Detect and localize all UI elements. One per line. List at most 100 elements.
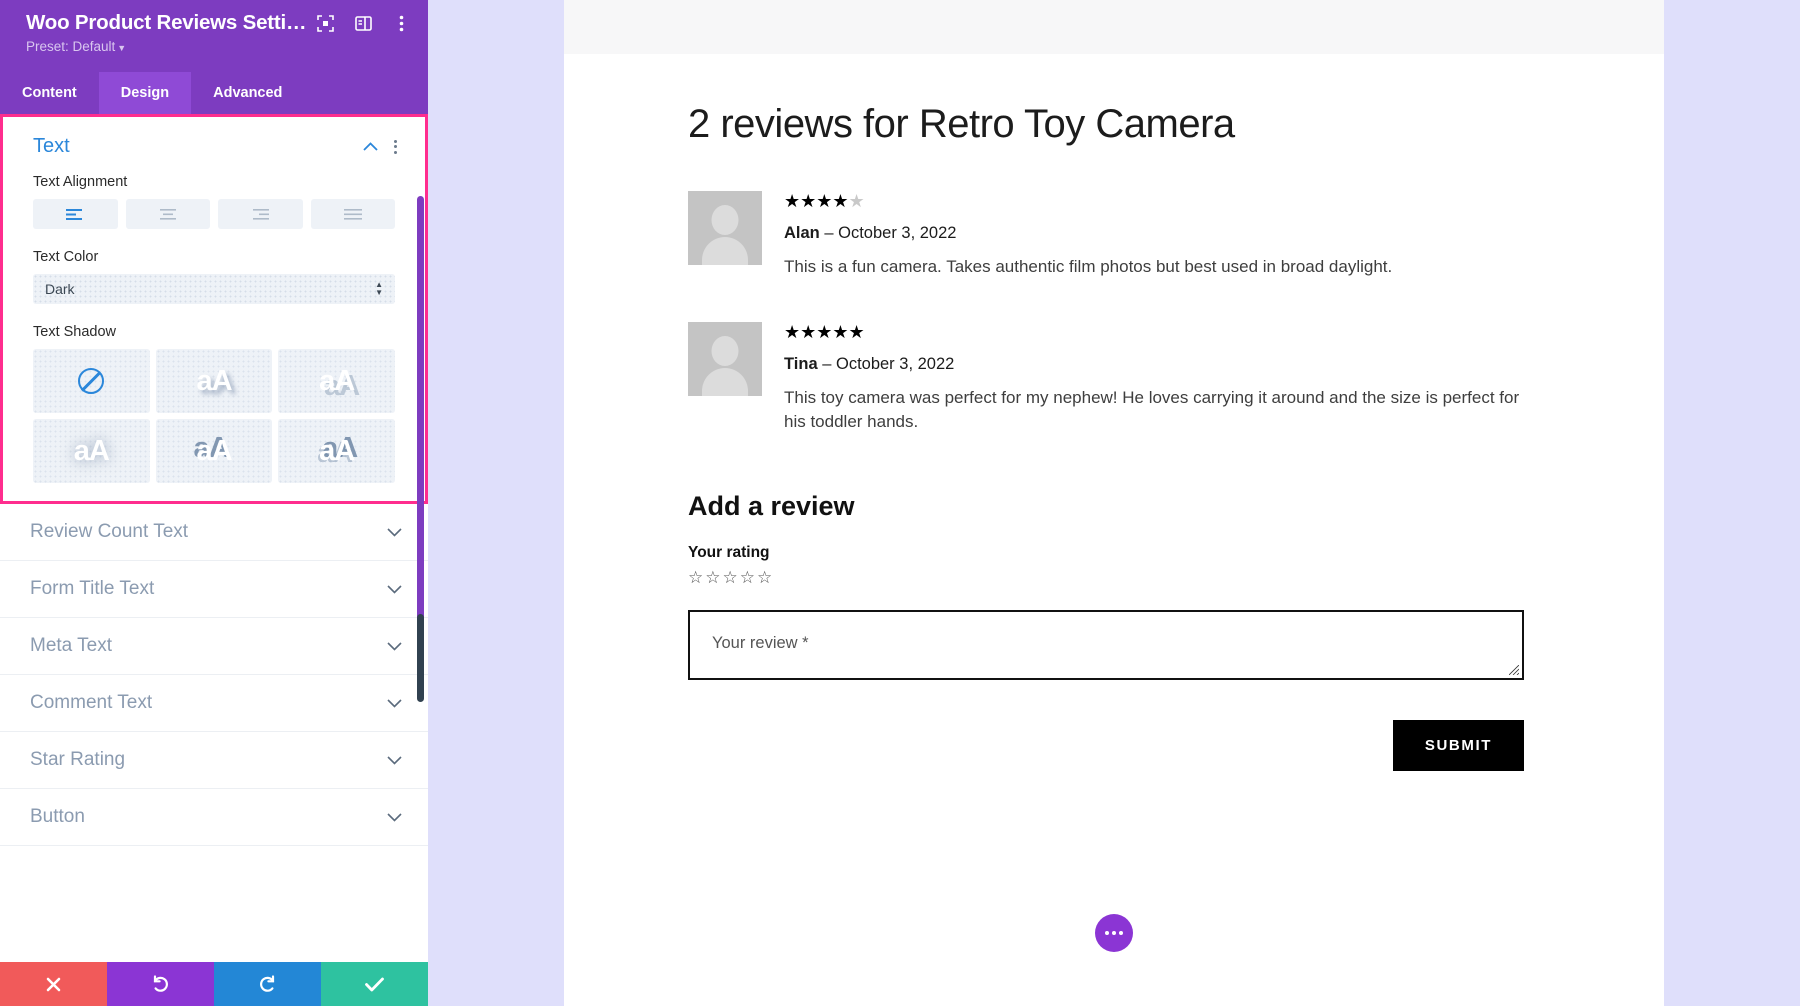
section-button[interactable]: Button <box>0 789 428 846</box>
chevron-up-icon[interactable] <box>363 142 378 151</box>
text-shadow-options: aA aA aA aA aA <box>33 349 395 483</box>
field-text-alignment: Text Alignment <box>3 174 425 229</box>
more-vertical-icon[interactable] <box>392 14 410 32</box>
text-shadow-none-button[interactable] <box>33 349 150 413</box>
section-review-count-text[interactable]: Review Count Text <box>0 504 428 561</box>
section-form-title-text[interactable]: Form Title Text <box>0 561 428 618</box>
review-separator: – <box>819 224 839 242</box>
chevron-down-icon <box>387 695 402 711</box>
resize-grip-icon[interactable] <box>1509 664 1519 675</box>
browser-topbar <box>564 0 1664 54</box>
align-justify-button[interactable] <box>310 199 395 229</box>
text-shadow-option-6[interactable]: aA <box>278 419 395 483</box>
redo-button[interactable] <box>214 962 321 1006</box>
review-item: ★★★★★ Tina – October 3, 2022 This toy ca… <box>688 321 1600 435</box>
star-rating: ★★★★★ <box>784 321 865 342</box>
review-textarea[interactable]: Your review * <box>688 609 1524 680</box>
review-item: ★★★★★ Alan – October 3, 2022 This is a f… <box>688 191 1600 280</box>
submit-button[interactable]: SUBMIT <box>1392 719 1524 771</box>
review-separator: – <box>817 354 836 373</box>
product-reviews-page: 2 reviews for Retro Toy Camera ★★★★★ Ala… <box>564 54 1664 976</box>
align-left-button[interactable] <box>33 199 118 229</box>
preset-label: Preset: Default <box>26 39 116 54</box>
form-title: Add a review <box>688 490 855 521</box>
section-label: Form Title Text <box>30 578 155 599</box>
rating-label: Your rating <box>688 543 770 561</box>
no-shadow-icon <box>78 368 105 394</box>
more-vertical-icon[interactable] <box>392 138 399 156</box>
collapsed-sections: Review Count Text Form Title Text Meta T… <box>0 504 428 846</box>
shadow-preview-label: aA <box>196 434 232 467</box>
review-date: October 3, 2022 <box>838 224 957 242</box>
text-color-select[interactable]: Dark ▲ ▼ <box>33 274 395 304</box>
review-date: October 3, 2022 <box>835 354 955 373</box>
text-section-highlight: Text Text Alignment Text Color Dark ▲ ▼ … <box>0 114 428 504</box>
panel-body: Text Text Alignment Text Color Dark ▲ ▼ … <box>0 114 428 962</box>
tab-advanced[interactable]: Advanced <box>191 72 304 114</box>
avatar <box>688 191 762 265</box>
page-bg-right <box>1664 0 1800 1006</box>
panel-title: Woo Product Reviews Setti… <box>26 11 307 34</box>
discard-button[interactable] <box>0 962 107 1006</box>
star-rating: ★★★★★ <box>784 191 865 211</box>
chevron-down-icon <box>387 638 402 654</box>
review-body: ★★★★★ Alan – October 3, 2022 This is a f… <box>762 191 1600 280</box>
chevron-down-icon: ▼ <box>117 43 127 53</box>
layout-icon[interactable] <box>354 14 372 32</box>
preset-selector[interactable]: Preset: Default ▼ <box>26 39 410 54</box>
shadow-preview-label: aA <box>73 434 110 467</box>
section-label: Button <box>30 806 85 827</box>
module-settings-panel: Woo Product Reviews Setti… Preset: Defau… <box>0 0 428 1006</box>
section-label: Star Rating <box>30 749 126 770</box>
shadow-preview-label: aA <box>196 364 232 397</box>
section-text: Text Text Alignment Text Color Dark ▲ ▼ … <box>3 117 425 501</box>
text-color-label: Text Color <box>33 249 99 265</box>
more-options-fab[interactable] <box>1095 914 1133 952</box>
review-text: This toy camera was perfect for my nephe… <box>784 387 1520 432</box>
section-label: Comment Text <box>30 692 153 713</box>
review-text: This is a fun camera. Takes authentic fi… <box>784 257 1393 276</box>
select-arrows-icon: ▲ ▼ <box>375 280 383 297</box>
focus-icon[interactable] <box>316 14 334 32</box>
text-color-value: Dark <box>45 281 75 297</box>
preview-stage: 2 reviews for Retro Toy Camera ★★★★★ Ala… <box>428 0 1800 1006</box>
align-right-button[interactable] <box>218 199 303 229</box>
field-text-color: Text Color Dark ▲ ▼ <box>3 249 425 304</box>
section-title-text[interactable]: Text <box>33 135 70 158</box>
shadow-preview-label: aA <box>319 364 355 397</box>
page-title: 2 reviews for Retro Toy Camera <box>688 102 1235 146</box>
page-bottom-strip <box>564 976 1664 1006</box>
avatar <box>688 321 762 396</box>
tab-content[interactable]: Content <box>0 72 99 114</box>
chevron-down-icon <box>387 524 402 540</box>
field-text-shadow: Text Shadow aA aA aA aA aA <box>3 324 425 483</box>
align-center-button[interactable] <box>125 199 210 229</box>
undo-button[interactable] <box>107 962 214 1006</box>
text-shadow-option-4[interactable]: aA <box>33 419 150 483</box>
section-label: Meta Text <box>30 635 113 656</box>
text-shadow-label: Text Shadow <box>33 324 117 340</box>
panel-tabs: Content Design Advanced <box>0 72 428 114</box>
ellipsis-icon <box>1105 931 1123 935</box>
section-star-rating[interactable]: Star Rating <box>0 732 428 789</box>
tab-design[interactable]: Design <box>98 72 192 114</box>
review-textarea-placeholder: Your review * <box>712 633 809 652</box>
save-button[interactable] <box>321 962 428 1006</box>
shadow-preview-label: aA <box>319 434 355 467</box>
section-label: Review Count Text <box>30 521 189 542</box>
panel-footer <box>0 962 428 1006</box>
rating-input[interactable]: ☆☆☆☆☆ <box>688 568 1600 588</box>
chevron-down-icon <box>387 581 402 597</box>
review-body: ★★★★★ Tina – October 3, 2022 This toy ca… <box>762 322 1600 435</box>
text-shadow-option-2[interactable]: aA <box>155 349 273 413</box>
text-shadow-option-3[interactable]: aA <box>278 349 395 413</box>
section-comment-text[interactable]: Comment Text <box>0 675 428 732</box>
text-shadow-option-5[interactable]: aA <box>155 419 273 483</box>
chevron-down-icon <box>387 752 402 768</box>
section-meta-text[interactable]: Meta Text <box>0 618 428 675</box>
review-author: Tina <box>784 354 818 373</box>
reviews-content: 2 reviews for Retro Toy Camera ★★★★★ Ala… <box>564 54 1664 771</box>
panel-header-icons <box>316 10 410 32</box>
review-author: Alan <box>784 224 820 242</box>
panel-scrollbar-track[interactable] <box>417 614 424 702</box>
